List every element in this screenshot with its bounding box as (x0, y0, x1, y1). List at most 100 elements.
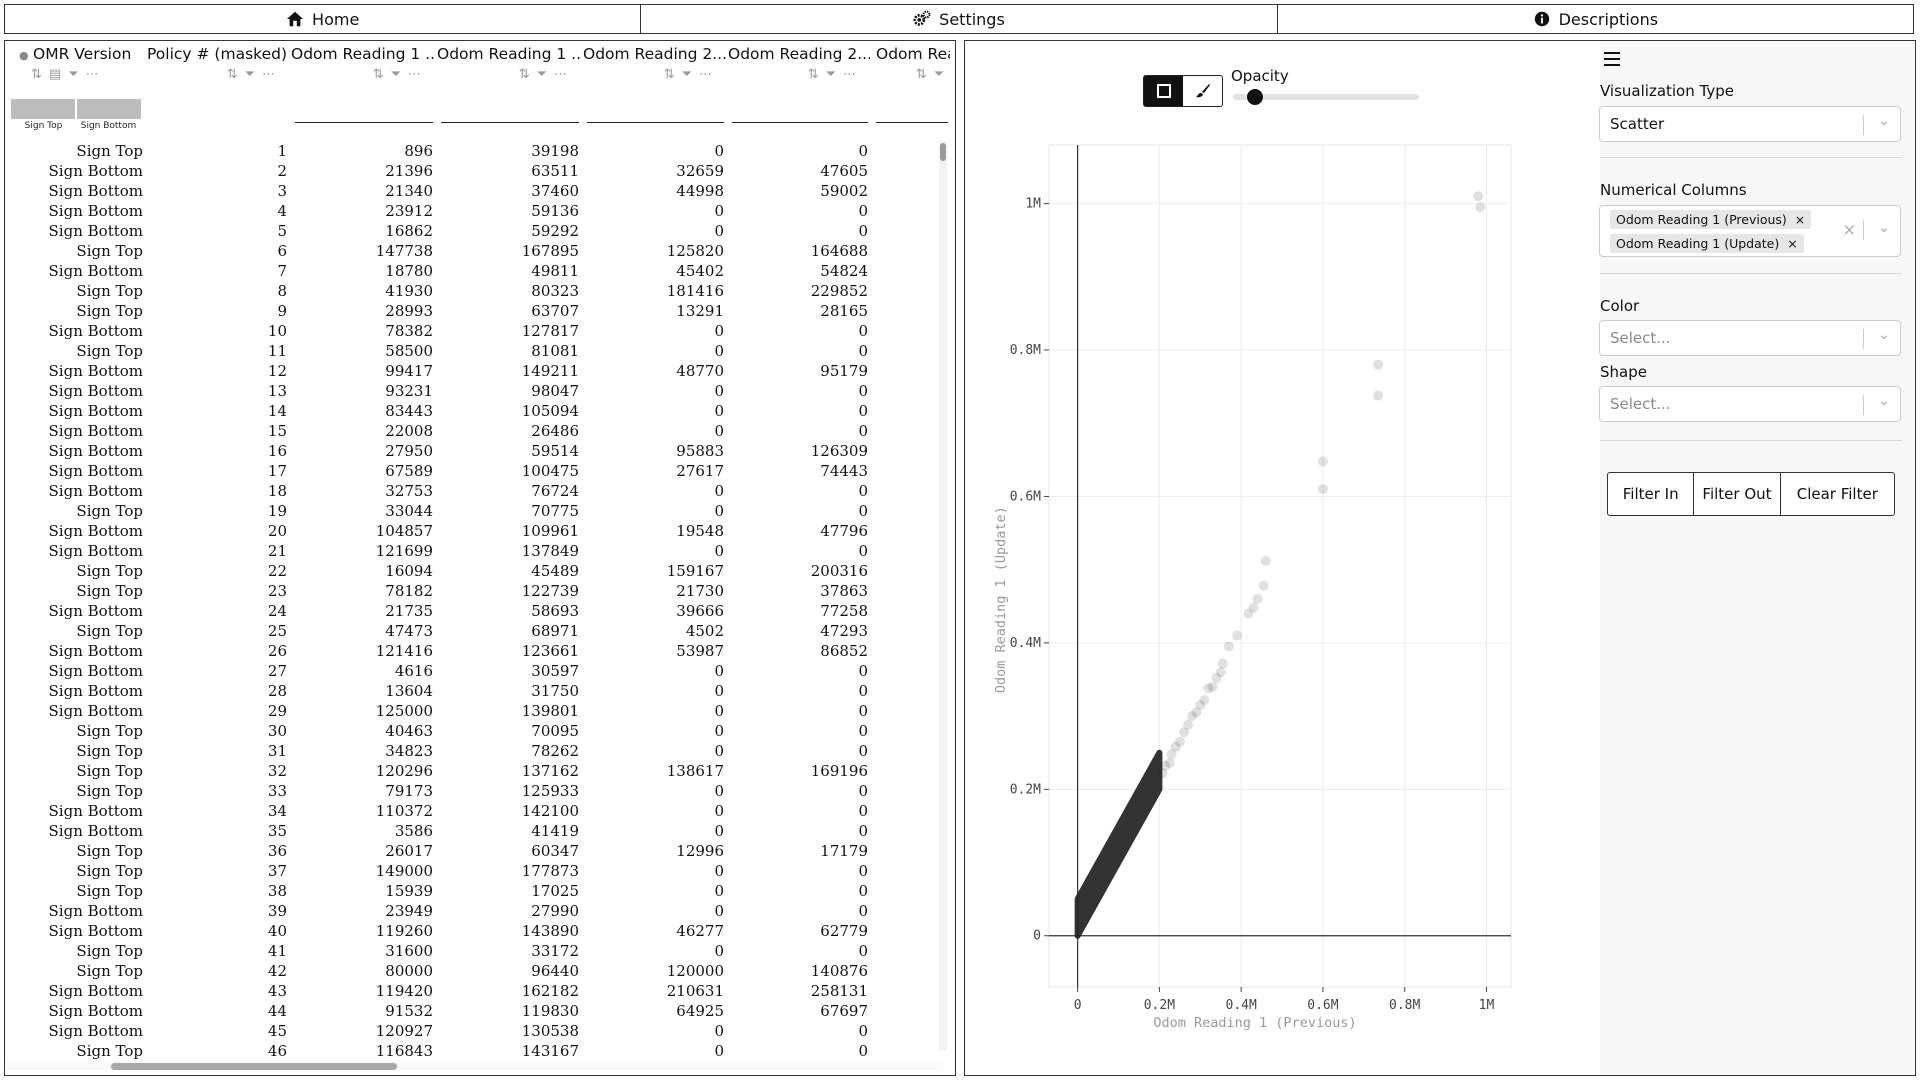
table-row[interactable]: Sign Bottom 18 32753 76724 0 0 (5, 481, 951, 501)
more-icon[interactable]: ⋯ (262, 67, 275, 82)
filter-icon[interactable]: ⏷ (682, 67, 692, 82)
table-row[interactable]: Sign Bottom 16 27950 59514 95883 126309 (5, 441, 951, 461)
column-header-policy[interactable]: Policy # (masked) ⇅ ⏷ ⋯ (147, 41, 289, 137)
more-icon[interactable]: ⋯ (86, 67, 99, 82)
table-row[interactable]: Sign Top 42 80000 96440 120000 140876 (5, 961, 951, 981)
histogram-bar-sign-top[interactable] (11, 99, 75, 119)
menu-icon[interactable] (1604, 52, 1620, 70)
table-row[interactable]: Sign Top 19 33044 70775 0 0 (5, 501, 951, 521)
table-row[interactable]: Sign Top 8 41930 80323 181416 229852 (5, 281, 951, 301)
table-row[interactable]: Sign Bottom 15 22008 26486 0 0 (5, 421, 951, 441)
visualization-type-select[interactable]: Scatter ⌄ (1599, 106, 1901, 142)
sort-icon[interactable]: ⇅ (808, 67, 819, 82)
table-row[interactable]: Sign Bottom 14 83443 105094 0 0 (5, 401, 951, 421)
scroll-thumb[interactable] (940, 143, 946, 161)
chevron-down-icon[interactable]: ⌄ (1878, 220, 1890, 236)
chevron-down-icon[interactable]: ⌄ (1878, 393, 1890, 409)
table-row[interactable]: Sign Bottom 10 78382 127817 0 0 (5, 321, 951, 341)
sort-icon[interactable]: ⇅ (373, 67, 384, 82)
tab-descriptions[interactable]: Descriptions (1278, 5, 1913, 33)
filter-in-button[interactable]: Filter In (1608, 473, 1695, 515)
table-row[interactable]: Sign Bottom 12 99417 149211 48770 95179 (5, 361, 951, 381)
table-row[interactable]: Sign Bottom 5 16862 59292 0 0 (5, 221, 951, 241)
table-row[interactable]: Sign Bottom 40 119260 143890 46277 62779 (5, 921, 951, 941)
shape-select[interactable]: Select... ⌄ (1599, 386, 1901, 422)
column-header-omr-version[interactable]: ● OMR Version ⇅ ▤ ⏷ ⋯ Sign Top Sign Botto… (5, 41, 145, 137)
table-row[interactable]: Sign Top 9 28993 63707 13291 28165 (5, 301, 951, 321)
table-row[interactable]: Sign Bottom 4 23912 59136 0 0 (5, 201, 951, 221)
clear-filter-button[interactable]: Clear Filter (1781, 473, 1894, 515)
table-row[interactable]: Sign Top 6 147738 167895 125820 164688 (5, 241, 951, 261)
more-icon[interactable]: ⋯ (843, 67, 856, 82)
horizontal-scrollbar[interactable] (5, 1061, 943, 1071)
table-row[interactable]: Sign Top 37 149000 177873 0 0 (5, 861, 951, 881)
sort-icon[interactable]: ⇅ (664, 67, 675, 82)
table-row[interactable]: Sign Top 31 34823 78262 0 0 (5, 741, 951, 761)
table-row[interactable]: Sign Top 25 47473 68971 4502 47293 (5, 621, 951, 641)
more-icon[interactable]: ⋯ (408, 67, 421, 82)
table-row[interactable]: Sign Bottom 43 119420 162182 210631 258131 (5, 981, 951, 1001)
clear-icon[interactable]: × (1843, 220, 1856, 239)
table-row[interactable]: Sign Bottom 39 23949 27990 0 0 (5, 901, 951, 921)
table-row[interactable]: Sign Bottom 7 18780 49811 45402 54824 (5, 261, 951, 281)
table-row[interactable]: Sign Bottom 21 121699 137849 0 0 (5, 541, 951, 561)
table-row[interactable]: Sign Top 32 120296 137162 138617 169196 (5, 761, 951, 781)
table-row[interactable]: Sign Bottom 28 13604 31750 0 0 (5, 681, 951, 701)
table-row[interactable]: Sign Bottom 34 110372 142100 0 0 (5, 801, 951, 821)
table-row[interactable]: Sign Top 46 116843 143167 0 0 (5, 1041, 951, 1059)
histogram-bar-sign-bottom[interactable] (77, 99, 141, 119)
table-row[interactable]: Sign Bottom 2 21396 63511 32659 47605 (5, 161, 951, 181)
numerical-columns-select[interactable]: Odom Reading 1 (Previous) × Odom Reading … (1599, 205, 1901, 257)
table-row[interactable]: Sign Bottom 3 21340 37460 44998 59002 (5, 181, 951, 201)
column-header-odom-2-previous[interactable]: Odom Reading 2... ⇅ ⏷ ⋯ (583, 41, 726, 137)
sort-icon[interactable]: ⇅ (227, 67, 238, 82)
table-row[interactable]: Sign Bottom 17 67589 100475 27617 74443 (5, 461, 951, 481)
chevron-down-icon[interactable]: ⌄ (1878, 327, 1890, 343)
color-select[interactable]: Select... ⌄ (1599, 320, 1901, 356)
filter-icon[interactable]: ⏷ (537, 67, 547, 82)
filter-out-button[interactable]: Filter Out (1694, 473, 1781, 515)
filter-icon[interactable]: ⏷ (826, 67, 836, 82)
table-row[interactable]: Sign Bottom 45 120927 130538 0 0 (5, 1021, 951, 1041)
table-row[interactable]: Sign Top 11 58500 81081 0 0 (5, 341, 951, 361)
table-row[interactable]: Sign Top 23 78182 122739 21730 37863 (5, 581, 951, 601)
column-header-odom-truncated[interactable]: Odom Rea ⇅ ⏷ (872, 41, 950, 137)
table-row[interactable]: Sign Bottom 44 91532 119830 64925 67697 (5, 1001, 951, 1021)
table-row[interactable]: Sign Bottom 27 4616 30597 0 0 (5, 661, 951, 681)
table-row[interactable]: Sign Bottom 13 93231 98047 0 0 (5, 381, 951, 401)
remove-tag-icon[interactable]: × (1787, 236, 1797, 251)
group-icon[interactable]: ▤ (49, 67, 61, 82)
table-row[interactable]: Sign Bottom 24 21735 58693 39666 77258 (5, 601, 951, 621)
tab-settings[interactable]: Settings (641, 5, 1278, 33)
filter-icon[interactable]: ⏷ (245, 67, 255, 82)
cell-omr-version: Sign Bottom (48, 1002, 143, 1020)
table-row[interactable]: Sign Top 41 31600 33172 0 0 (5, 941, 951, 961)
table-row[interactable]: Sign Bottom 29 125000 139801 0 0 (5, 701, 951, 721)
table-row[interactable]: Sign Top 33 79173 125933 0 0 (5, 781, 951, 801)
column-header-odom-2-update[interactable]: Odom Reading 2... ⇅ ⏷ ⋯ (728, 41, 870, 137)
filter-icon[interactable]: ⏷ (68, 67, 78, 82)
table-row[interactable]: Sign Top 22 16094 45489 159167 200316 (5, 561, 951, 581)
column-header-odom-1-previous[interactable]: Odom Reading 1 ... ⇅ ⏷ ⋯ (291, 41, 435, 137)
sort-icon[interactable]: ⇅ (519, 67, 530, 82)
vertical-scrollbar[interactable] (939, 141, 947, 1051)
table-row[interactable]: Sign Top 30 40463 70095 0 0 (5, 721, 951, 741)
filter-icon[interactable]: ⏷ (391, 67, 401, 82)
table-row[interactable]: Sign Top 38 15939 17025 0 0 (5, 881, 951, 901)
table-row[interactable]: Sign Top 1 896 39198 0 0 (5, 141, 951, 161)
more-icon[interactable]: ⋯ (554, 67, 567, 82)
sort-icon[interactable]: ⇅ (916, 67, 927, 82)
cell-omr-version: Sign Bottom (48, 682, 143, 700)
more-icon[interactable]: ⋯ (699, 67, 712, 82)
tab-home[interactable]: Home (5, 5, 642, 33)
remove-tag-icon[interactable]: × (1795, 212, 1805, 227)
table-row[interactable]: Sign Bottom 35 3586 41419 0 0 (5, 821, 951, 841)
scroll-thumb[interactable] (111, 1063, 397, 1070)
column-header-odom-1-update[interactable]: Odom Reading 1 ... ⇅ ⏷ ⋯ (437, 41, 581, 137)
table-row[interactable]: Sign Bottom 20 104857 109961 19548 47796 (5, 521, 951, 541)
sort-icon[interactable]: ⇅ (31, 67, 42, 82)
table-row[interactable]: Sign Top 36 26017 60347 12996 17179 (5, 841, 951, 861)
table-row[interactable]: Sign Bottom 26 121416 123661 53987 86852 (5, 641, 951, 661)
chevron-down-icon[interactable]: ⌄ (1878, 113, 1890, 129)
filter-icon[interactable]: ⏷ (934, 67, 944, 82)
